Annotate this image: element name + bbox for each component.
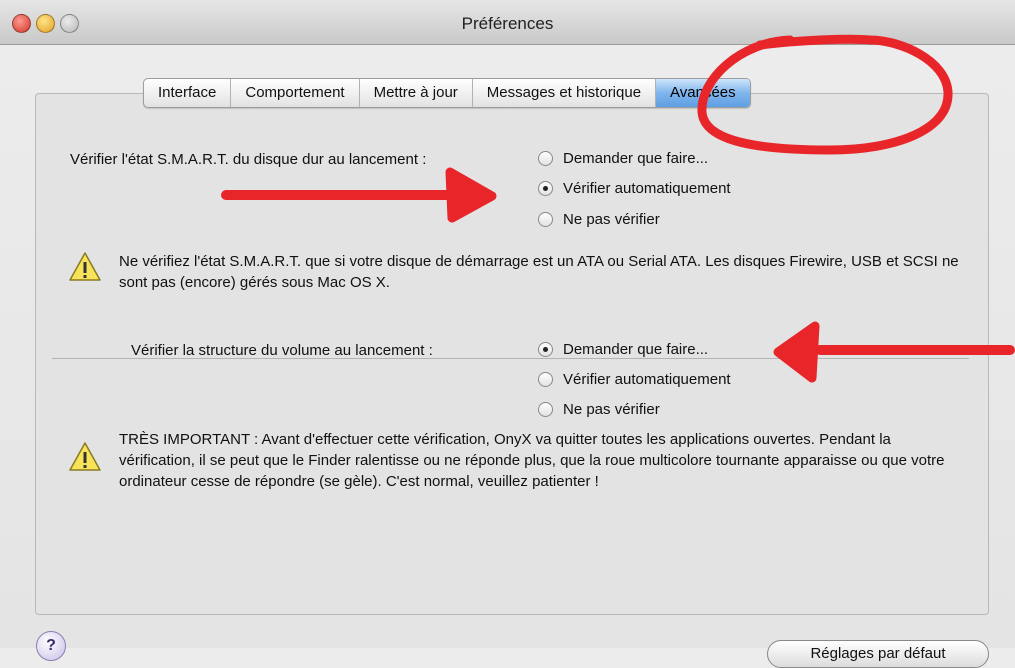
- radio-button-selected[interactable]: [538, 181, 553, 196]
- tab-comportement[interactable]: Comportement: [231, 79, 360, 107]
- smart-check-label: Vérifier l'état S.M.A.R.T. du disque dur…: [70, 151, 427, 168]
- tab-interface[interactable]: Interface: [144, 79, 232, 107]
- tab-bar: Interface Comportement Mettre à jour Mes…: [143, 78, 751, 108]
- window-title: Préférences: [461, 14, 554, 33]
- volume-warning-text: TRÈS IMPORTANT : Avant d'effectuer cette…: [119, 431, 945, 490]
- tab-mettre-a-jour[interactable]: Mettre à jour: [360, 79, 473, 107]
- smart-radio-never[interactable]: Ne pas vérifier: [538, 211, 660, 228]
- radio-button[interactable]: [538, 402, 553, 417]
- warning-icon: [69, 252, 101, 281]
- defaults-button[interactable]: Réglages par défaut: [767, 640, 989, 668]
- help-button[interactable]: ?: [36, 631, 66, 661]
- radio-button[interactable]: [538, 372, 553, 387]
- warning-icon: [69, 442, 101, 471]
- tab-messages-historique[interactable]: Messages et historique: [473, 79, 657, 107]
- smart-radio-ask[interactable]: Demander que faire...: [538, 150, 708, 167]
- volume-radio-ask[interactable]: Demander que faire...: [538, 341, 708, 358]
- volume-radio-never[interactable]: Ne pas vérifier: [538, 401, 660, 418]
- title-bar: Préférences: [0, 0, 1015, 45]
- volume-radio-auto[interactable]: Vérifier automatiquement: [538, 371, 731, 388]
- tab-avancees[interactable]: Avancées: [656, 79, 750, 107]
- radio-button[interactable]: [538, 151, 553, 166]
- volume-check-label: Vérifier la structure du volume au lance…: [131, 342, 433, 359]
- radio-button[interactable]: [538, 212, 553, 227]
- preferences-window: Interface Comportement Mettre à jour Mes…: [0, 45, 1015, 668]
- smart-warning-text: Ne vérifiez l'état S.M.A.R.T. que si vot…: [119, 253, 959, 291]
- smart-radio-auto[interactable]: Vérifier automatiquement: [538, 180, 731, 197]
- radio-button-selected[interactable]: [538, 342, 553, 357]
